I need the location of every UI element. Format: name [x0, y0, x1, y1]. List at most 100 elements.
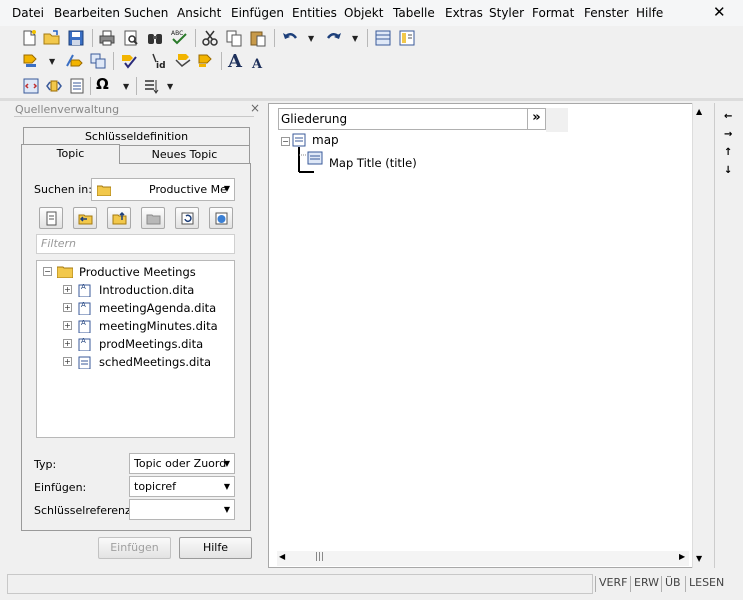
tab-new-topic[interactable]: Neues Topic: [119, 145, 250, 164]
scroll-right-icon[interactable]: ▶: [679, 552, 685, 561]
chevron-down-icon: ▼: [223, 482, 230, 491]
type-select[interactable]: Topic oder Zuord ▼: [129, 453, 235, 474]
validate-icon[interactable]: [120, 52, 138, 70]
scroll-left-icon[interactable]: ◀: [279, 552, 285, 561]
list-icon[interactable]: [68, 77, 86, 95]
keyref-select[interactable]: ▼: [129, 499, 235, 520]
redo-icon[interactable]: [325, 29, 343, 47]
menu-format[interactable]: Format: [532, 6, 574, 20]
menu-objekt[interactable]: Objekt: [344, 6, 383, 20]
omega-icon[interactable]: Ω: [96, 75, 112, 97]
sort-dropdown-icon[interactable]: ▼: [167, 82, 173, 91]
menu-ansicht[interactable]: Ansicht: [177, 6, 221, 20]
svg-text:ABC: ABC: [171, 30, 183, 37]
scroll-up-icon[interactable]: ▲: [696, 107, 702, 116]
refresh-button[interactable]: [175, 207, 199, 229]
open-folder-icon[interactable]: [43, 29, 61, 47]
file-tree[interactable]: − Productive Meetings + A Introduction.d…: [36, 260, 235, 438]
xml-icon[interactable]: [22, 77, 40, 95]
arrow-down-icon[interactable]: ↓: [724, 165, 732, 176]
insert-tag-icon[interactable]: [65, 52, 83, 70]
font-larger-icon[interactable]: A: [228, 51, 242, 72]
menu-tabelle[interactable]: Tabelle: [393, 6, 435, 20]
filter-input[interactable]: Filtern: [36, 234, 235, 254]
map-file-icon: [78, 356, 91, 369]
split-icon[interactable]: [89, 52, 107, 70]
status-separator: [685, 576, 686, 592]
undo-icon[interactable]: [281, 29, 299, 47]
close-document-icon[interactable]: ✕: [713, 3, 726, 21]
expand-icon[interactable]: +: [63, 303, 72, 312]
map-title-element-label[interactable]: Map Title (title): [329, 156, 417, 170]
outline-toggle-button[interactable]: »: [527, 109, 545, 129]
omega-dropdown-icon[interactable]: ▼: [123, 82, 129, 91]
print-icon[interactable]: [98, 29, 116, 47]
web-button[interactable]: [209, 207, 233, 229]
page-view-icon[interactable]: [398, 29, 416, 47]
table-view-icon[interactable]: [374, 29, 392, 47]
new-folder-button[interactable]: [141, 207, 165, 229]
panel-close-icon[interactable]: ×: [250, 101, 260, 115]
insert-button[interactable]: Einfügen: [98, 537, 171, 559]
toolbar-separator: [367, 29, 368, 47]
set-attribute-icon[interactable]: [174, 52, 192, 70]
search-in-select[interactable]: Productive Me ▼: [91, 178, 235, 201]
print-preview-icon[interactable]: [122, 29, 140, 47]
tag-dropdown-icon[interactable]: ▼: [49, 57, 55, 66]
collapse-icon[interactable]: −: [281, 137, 290, 146]
status-bar: [0, 570, 743, 600]
expand-icon[interactable]: +: [63, 357, 72, 366]
scroll-down-icon[interactable]: ▼: [696, 554, 702, 563]
vertical-scrollbar[interactable]: ▲ ▼: [692, 103, 707, 568]
editor-pane[interactable]: [268, 103, 693, 568]
tab-topic[interactable]: Topic: [21, 144, 120, 163]
menu-entities[interactable]: Entities: [292, 6, 337, 20]
xml-edit-icon[interactable]: [45, 77, 63, 95]
toolbar-separator: [221, 52, 222, 70]
font-smaller-icon[interactable]: A: [252, 57, 262, 72]
horizontal-scrollbar[interactable]: ◀ ||| ▶: [277, 551, 689, 566]
styler-icon[interactable]: [197, 52, 215, 70]
arrow-up-icon[interactable]: ↑: [724, 147, 732, 158]
paste-icon[interactable]: [249, 29, 267, 47]
collapse-icon[interactable]: −: [43, 267, 52, 276]
tag-icon[interactable]: [22, 52, 40, 70]
menu-extras[interactable]: Extras: [445, 6, 483, 20]
menu-datei[interactable]: Datei: [12, 6, 44, 20]
status-separator: [630, 576, 631, 592]
expand-icon[interactable]: +: [63, 321, 72, 330]
keyref-label: Schlüsselreferenz:: [34, 504, 135, 517]
redo-dropdown-icon[interactable]: ▼: [352, 34, 358, 43]
menu-einfuegen[interactable]: Einfügen: [231, 6, 284, 20]
undo-dropdown-icon[interactable]: ▼: [308, 34, 314, 43]
sort-icon[interactable]: [142, 77, 160, 95]
menu-bearbeiten[interactable]: Bearbeiten: [54, 6, 120, 20]
back-button[interactable]: [73, 207, 97, 229]
up-folder-button[interactable]: [107, 207, 131, 229]
list-view-button[interactable]: [39, 207, 63, 229]
arrow-right-icon[interactable]: →: [724, 129, 732, 140]
spellcheck-icon[interactable]: ABC: [170, 28, 188, 46]
new-file-icon[interactable]: [20, 29, 38, 47]
menu-hilfe[interactable]: Hilfe: [636, 6, 663, 20]
help-button[interactable]: Hilfe: [179, 537, 252, 559]
menu-styler[interactable]: Styler: [489, 6, 524, 20]
expand-icon[interactable]: +: [63, 285, 72, 294]
toolbar-separator: [113, 52, 114, 70]
scroll-thumb-grip[interactable]: |||: [315, 552, 324, 562]
find-icon[interactable]: [146, 29, 164, 47]
toolbar-separator: [195, 29, 196, 47]
menu-suchen[interactable]: Suchen: [124, 6, 168, 20]
menu-fenster[interactable]: Fenster: [584, 6, 629, 20]
id-icon[interactable]: id: [150, 52, 168, 70]
copy-icon[interactable]: [225, 29, 243, 47]
insert-select[interactable]: topicref ▼: [129, 476, 235, 497]
dita-file-icon: A: [78, 319, 91, 333]
map-element-icon: [292, 133, 306, 147]
expand-icon[interactable]: +: [63, 339, 72, 348]
toolbar-area: ABC ▼ ▼ ▼ id A A Ω ▼ ▼: [0, 26, 743, 98]
arrow-left-icon[interactable]: ←: [724, 111, 732, 122]
cut-icon[interactable]: [201, 29, 219, 47]
save-icon[interactable]: [67, 29, 85, 47]
map-element-label[interactable]: map: [312, 133, 339, 147]
